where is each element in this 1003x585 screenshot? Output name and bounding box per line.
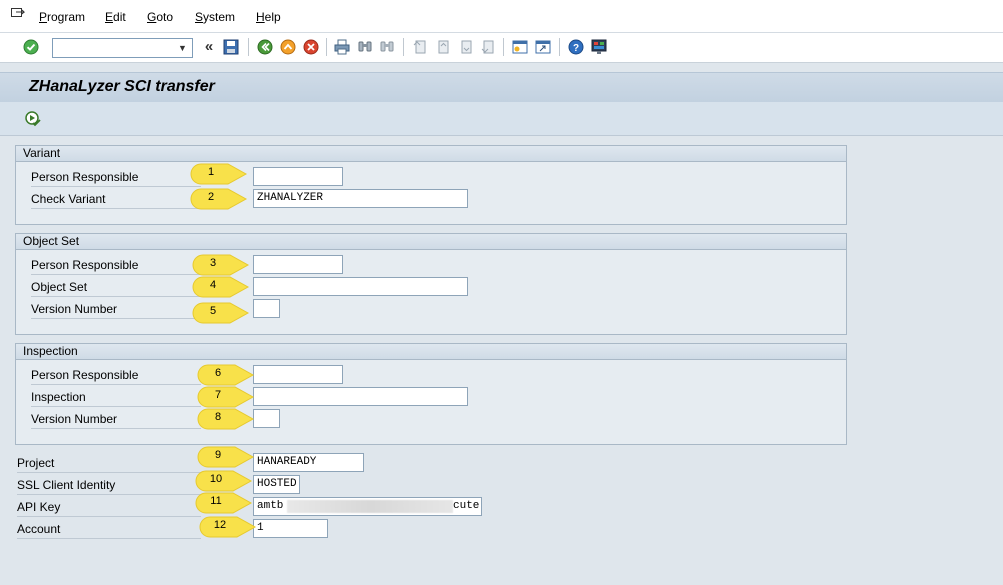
- menu-expand-icon[interactable]: [11, 8, 25, 20]
- object-set-version-input[interactable]: [253, 299, 280, 318]
- find-next-icon[interactable]: [378, 38, 396, 56]
- object-set-person-responsible-input[interactable]: [253, 255, 343, 274]
- back-icon[interactable]: [256, 38, 274, 56]
- api-key-start: amtb: [257, 500, 284, 512]
- application-toolbar: [0, 102, 1003, 136]
- ssl-client-identity-label: SSL Client Identity: [17, 478, 201, 495]
- first-page-icon[interactable]: [411, 38, 429, 56]
- callout-6: 6: [197, 364, 255, 386]
- save-icon[interactable]: [222, 38, 240, 56]
- callout-11: 11: [195, 492, 253, 514]
- inspection-input[interactable]: [253, 387, 468, 406]
- previous-page-icon[interactable]: [434, 38, 452, 56]
- account-label: Account: [17, 522, 201, 539]
- command-field[interactable]: [52, 38, 193, 58]
- callout-9: 9: [197, 446, 255, 468]
- api-key-redaction: [287, 500, 453, 513]
- variant-person-responsible-input[interactable]: [253, 167, 343, 186]
- cancel-icon[interactable]: [302, 38, 320, 56]
- object-set-input[interactable]: [253, 277, 468, 296]
- exit-icon[interactable]: [279, 38, 297, 56]
- menu-system[interactable]: System: [195, 10, 235, 24]
- help-icon[interactable]: ?: [567, 38, 585, 56]
- inspection-version-input[interactable]: [253, 409, 280, 428]
- variant-person-responsible-label: Person Responsible: [31, 170, 201, 187]
- create-session-icon[interactable]: [511, 38, 529, 56]
- callout-12: 12: [199, 516, 257, 538]
- callout-5: 5: [192, 302, 250, 324]
- enter-checkmark-icon[interactable]: [22, 38, 40, 56]
- check-variant-input[interactable]: ZHANALYZER: [253, 189, 468, 208]
- object-set-person-responsible-label: Person Responsible: [31, 258, 201, 275]
- menu-program[interactable]: Program: [39, 10, 85, 24]
- menu-goto[interactable]: Goto: [147, 10, 173, 24]
- page-title: ZHanaLyzer SCI transfer: [29, 78, 215, 95]
- find-icon[interactable]: [356, 38, 374, 56]
- inspection-person-responsible-label: Person Responsible: [31, 368, 201, 385]
- group-variant-header: Variant: [16, 146, 846, 162]
- inspection-person-responsible-input[interactable]: [253, 365, 343, 384]
- callout-4: 4: [192, 276, 250, 298]
- inspection-label: Inspection: [31, 390, 201, 407]
- callout-8: 8: [197, 408, 255, 430]
- print-icon[interactable]: [333, 38, 351, 56]
- callout-2: 2: [190, 188, 248, 210]
- inspection-version-label: Version Number: [31, 412, 201, 429]
- system-toolbar: ▼ « ?: [0, 33, 1003, 63]
- svg-text:?: ?: [573, 43, 579, 54]
- ssl-client-identity-input[interactable]: HOSTED: [253, 475, 300, 494]
- callout-3: 3: [192, 254, 250, 276]
- menu-help[interactable]: Help: [256, 10, 281, 24]
- selection-screen: Variant Person Responsible Check Variant…: [0, 137, 1003, 585]
- project-label: Project: [17, 456, 201, 473]
- api-key-end: cute: [453, 500, 480, 512]
- object-set-version-label: Version Number: [31, 302, 201, 319]
- group-object-set-header: Object Set: [16, 234, 846, 250]
- api-key-label: API Key: [17, 500, 201, 517]
- shortcut-icon[interactable]: [534, 38, 552, 56]
- project-input[interactable]: HANAREADY: [253, 453, 364, 472]
- group-inspection-header: Inspection: [16, 344, 846, 360]
- callout-1: 1: [190, 163, 248, 185]
- title-bar: ZHanaLyzer SCI transfer: [0, 72, 1003, 102]
- next-page-icon[interactable]: [457, 38, 475, 56]
- customize-layout-icon[interactable]: [590, 38, 608, 56]
- menu-edit[interactable]: Edit: [105, 10, 126, 24]
- account-input[interactable]: 1: [253, 519, 328, 538]
- last-page-icon[interactable]: [479, 38, 497, 56]
- menu-bar: Program Edit Goto System Help: [0, 0, 1003, 33]
- api-key-input[interactable]: amtb cute: [253, 497, 482, 516]
- execute-icon[interactable]: [24, 110, 42, 128]
- check-variant-label: Check Variant: [31, 192, 201, 209]
- command-field-dropdown-icon[interactable]: ▼: [174, 39, 191, 57]
- callout-10: 10: [195, 470, 253, 492]
- collapse-chevron-icon[interactable]: «: [200, 38, 218, 56]
- object-set-label: Object Set: [31, 280, 201, 297]
- callout-7: 7: [197, 386, 255, 408]
